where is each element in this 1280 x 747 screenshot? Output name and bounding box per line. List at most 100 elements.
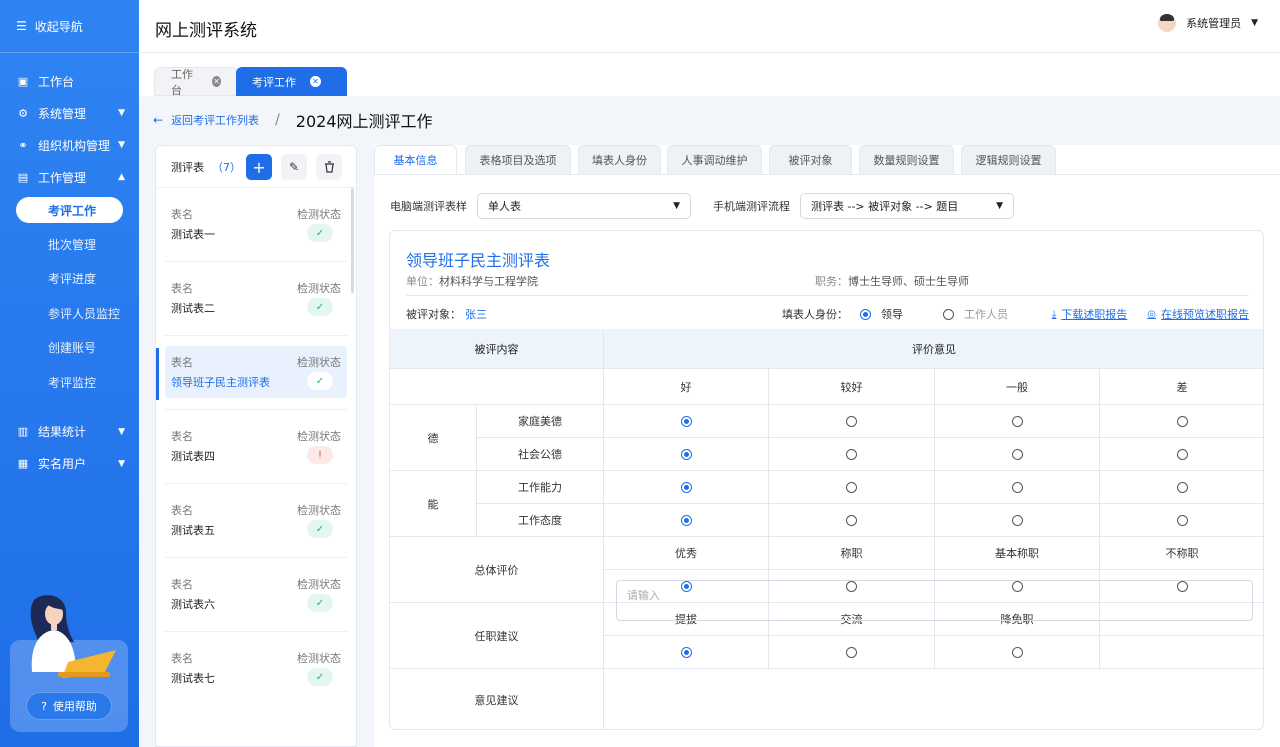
rating-cell[interactable] [604,405,769,438]
tab-workbench[interactable]: 工作台 ✕ [154,67,238,97]
help-button[interactable]: ? 使用帮助 [26,692,112,720]
back-link[interactable]: ← 返回考评工作列表 [153,112,259,128]
sidebar-subitem-batch[interactable]: 批次管理 [0,227,139,262]
post-rating-cell[interactable] [769,636,935,669]
radio-checked[interactable] [680,514,692,526]
list-item[interactable]: 表名 检测状态 测试表六 ✓ [165,568,347,620]
rating-cell[interactable] [769,438,935,471]
radio-unchecked[interactable] [846,646,857,658]
sidebar-item-org[interactable]: ⚭ 组织机构管理 ▼ [0,129,139,161]
user-menu[interactable]: 系统管理员 ▼ [1158,14,1258,32]
briefcase-icon: ▤ [17,170,29,184]
radio-checked[interactable] [680,448,692,460]
rating-cell[interactable] [604,471,769,504]
suggestion-input[interactable]: 请输入 [616,580,1253,621]
post-rating-cell[interactable] [935,636,1100,669]
close-icon[interactable]: ✕ [310,76,321,87]
rating-cell[interactable] [769,504,935,537]
download-report-link[interactable]: ⤓ 下载述职报告 [1052,306,1127,322]
tab-table-items[interactable]: 表格项目及选项 [465,145,571,175]
radio-unchecked[interactable] [846,481,857,493]
radio-unchecked[interactable] [1176,481,1188,493]
criterion-label: 社会公德 [477,438,604,471]
grade-header-text: 好 [680,380,692,394]
list-item[interactable]: 表名 检测状态 测试表七 ✓ [165,642,347,694]
list-item[interactable]: 表名 检测状态 测试表二 ✓ [165,272,347,324]
sidebar-subitem-create-account[interactable]: 创建账号 [0,331,139,366]
add-form-button[interactable]: + [246,154,272,180]
radio-checked[interactable] [680,646,692,658]
radio-unchecked[interactable] [846,448,857,460]
tab-personnel-transfer[interactable]: 人事调动维护 [667,145,762,175]
evaluated-target: 被评对象： 张三 [406,306,487,322]
sidebar-item-stats[interactable]: ▥ 结果统计 ▼ [0,416,139,448]
target-name[interactable]: 张三 [465,308,487,321]
suggestion-cell [604,669,1263,729]
radio-unchecked[interactable] [1011,448,1023,460]
delete-form-button[interactable] [316,154,342,180]
item-name: 测试表四 [171,450,215,463]
rating-cell[interactable] [769,405,935,438]
radio-unchecked[interactable] [1176,514,1188,526]
rating-cell[interactable] [1100,504,1263,537]
sidebar-item-system[interactable]: ⚙ 系统管理 ▼ [0,97,139,129]
radio-unchecked[interactable] [943,308,954,320]
role-option-staff[interactable]: 工作人员 [943,306,1008,322]
sidebar-subitem-eval-work[interactable]: 考评工作 [16,197,123,223]
tab-quantity-rules[interactable]: 数量规则设置 [859,145,954,175]
role-option-leader[interactable]: 领导 [860,306,903,322]
close-icon[interactable]: ✕ [212,76,221,87]
radio-unchecked[interactable] [846,514,857,526]
sidebar-subitem-participants[interactable]: 参评人员监控 [0,296,139,331]
list-item[interactable]: 表名 检测状态 测试表一 ✓ [165,198,347,250]
rating-cell[interactable] [604,438,769,471]
rating-cell[interactable] [769,471,935,504]
list-scrollbar[interactable] [351,188,354,293]
list-item[interactable]: 表名 检测状态 测试表四! [165,420,347,472]
sidebar-item-work[interactable]: ▤ 工作管理 ▲ [0,161,139,193]
sidebar-subitem-progress[interactable]: 考评进度 [0,262,139,297]
radio-unchecked[interactable] [846,415,857,427]
item-status-label: 检测状态 [297,356,341,369]
radio-checked[interactable] [860,308,871,320]
rating-cell[interactable] [604,504,769,537]
radio-unchecked[interactable] [1176,448,1188,460]
rating-cell[interactable] [1100,471,1263,504]
pc-style-select[interactable]: 单人表 ▼ [477,193,691,219]
radio-unchecked[interactable] [1011,415,1023,427]
tab-label: 数量规则设置 [873,154,940,167]
tab-filler-identity[interactable]: 填表人身份 [578,145,661,175]
radio-unchecked[interactable] [1011,481,1023,493]
tab-basic-info[interactable]: 基本信息 [374,145,457,175]
radio-unchecked[interactable] [1011,646,1023,658]
item-name: 测试表七 [171,672,215,685]
tab-logic-rules[interactable]: 逻辑规则设置 [961,145,1056,175]
rating-cell[interactable] [935,504,1100,537]
criterion-label-text: 工作能力 [518,481,562,494]
sidebar-item-workbench[interactable]: ▣ 工作台 [0,65,139,97]
tab-evaluated-objects[interactable]: 被评对象 [769,145,852,175]
rating-cell[interactable] [935,405,1100,438]
preview-report-label: 在线预览述职报告 [1161,308,1249,321]
sidebar-subitem-monitor[interactable]: 考评监控 [0,365,139,400]
radio-unchecked[interactable] [1176,415,1188,427]
mobile-flow-select[interactable]: 测评表 --> 被评对象 --> 题目 ▼ [800,193,1014,219]
radio-unchecked[interactable] [1011,514,1023,526]
edit-form-button[interactable]: ✎ [281,154,307,180]
tab-eval-work[interactable]: 考评工作 ✕ [236,67,347,96]
rating-cell[interactable] [1100,438,1263,471]
collapse-nav-button[interactable]: ☰ 收起导航 [0,0,139,52]
rating-cell[interactable] [1100,405,1263,438]
rating-cell[interactable] [935,471,1100,504]
list-item[interactable]: 表名 检测状态 测试表五 ✓ [165,494,347,546]
radio-checked[interactable] [680,481,692,493]
preview-icon: ◎ [1147,308,1156,320]
criterion-label-text: 社会公德 [518,448,562,461]
list-item[interactable]: 表名 检测状态 领导班子民主测评表 ✓ [165,346,347,398]
preview-report-link[interactable]: ◎ 在线预览述职报告 [1147,306,1249,322]
radio-checked[interactable] [680,415,692,427]
post-rating-cell[interactable] [604,636,769,669]
sidebar-item-realname[interactable]: ▦ 实名用户 ▼ [0,448,139,480]
check-icon: ✓ [307,372,333,390]
rating-cell[interactable] [935,438,1100,471]
